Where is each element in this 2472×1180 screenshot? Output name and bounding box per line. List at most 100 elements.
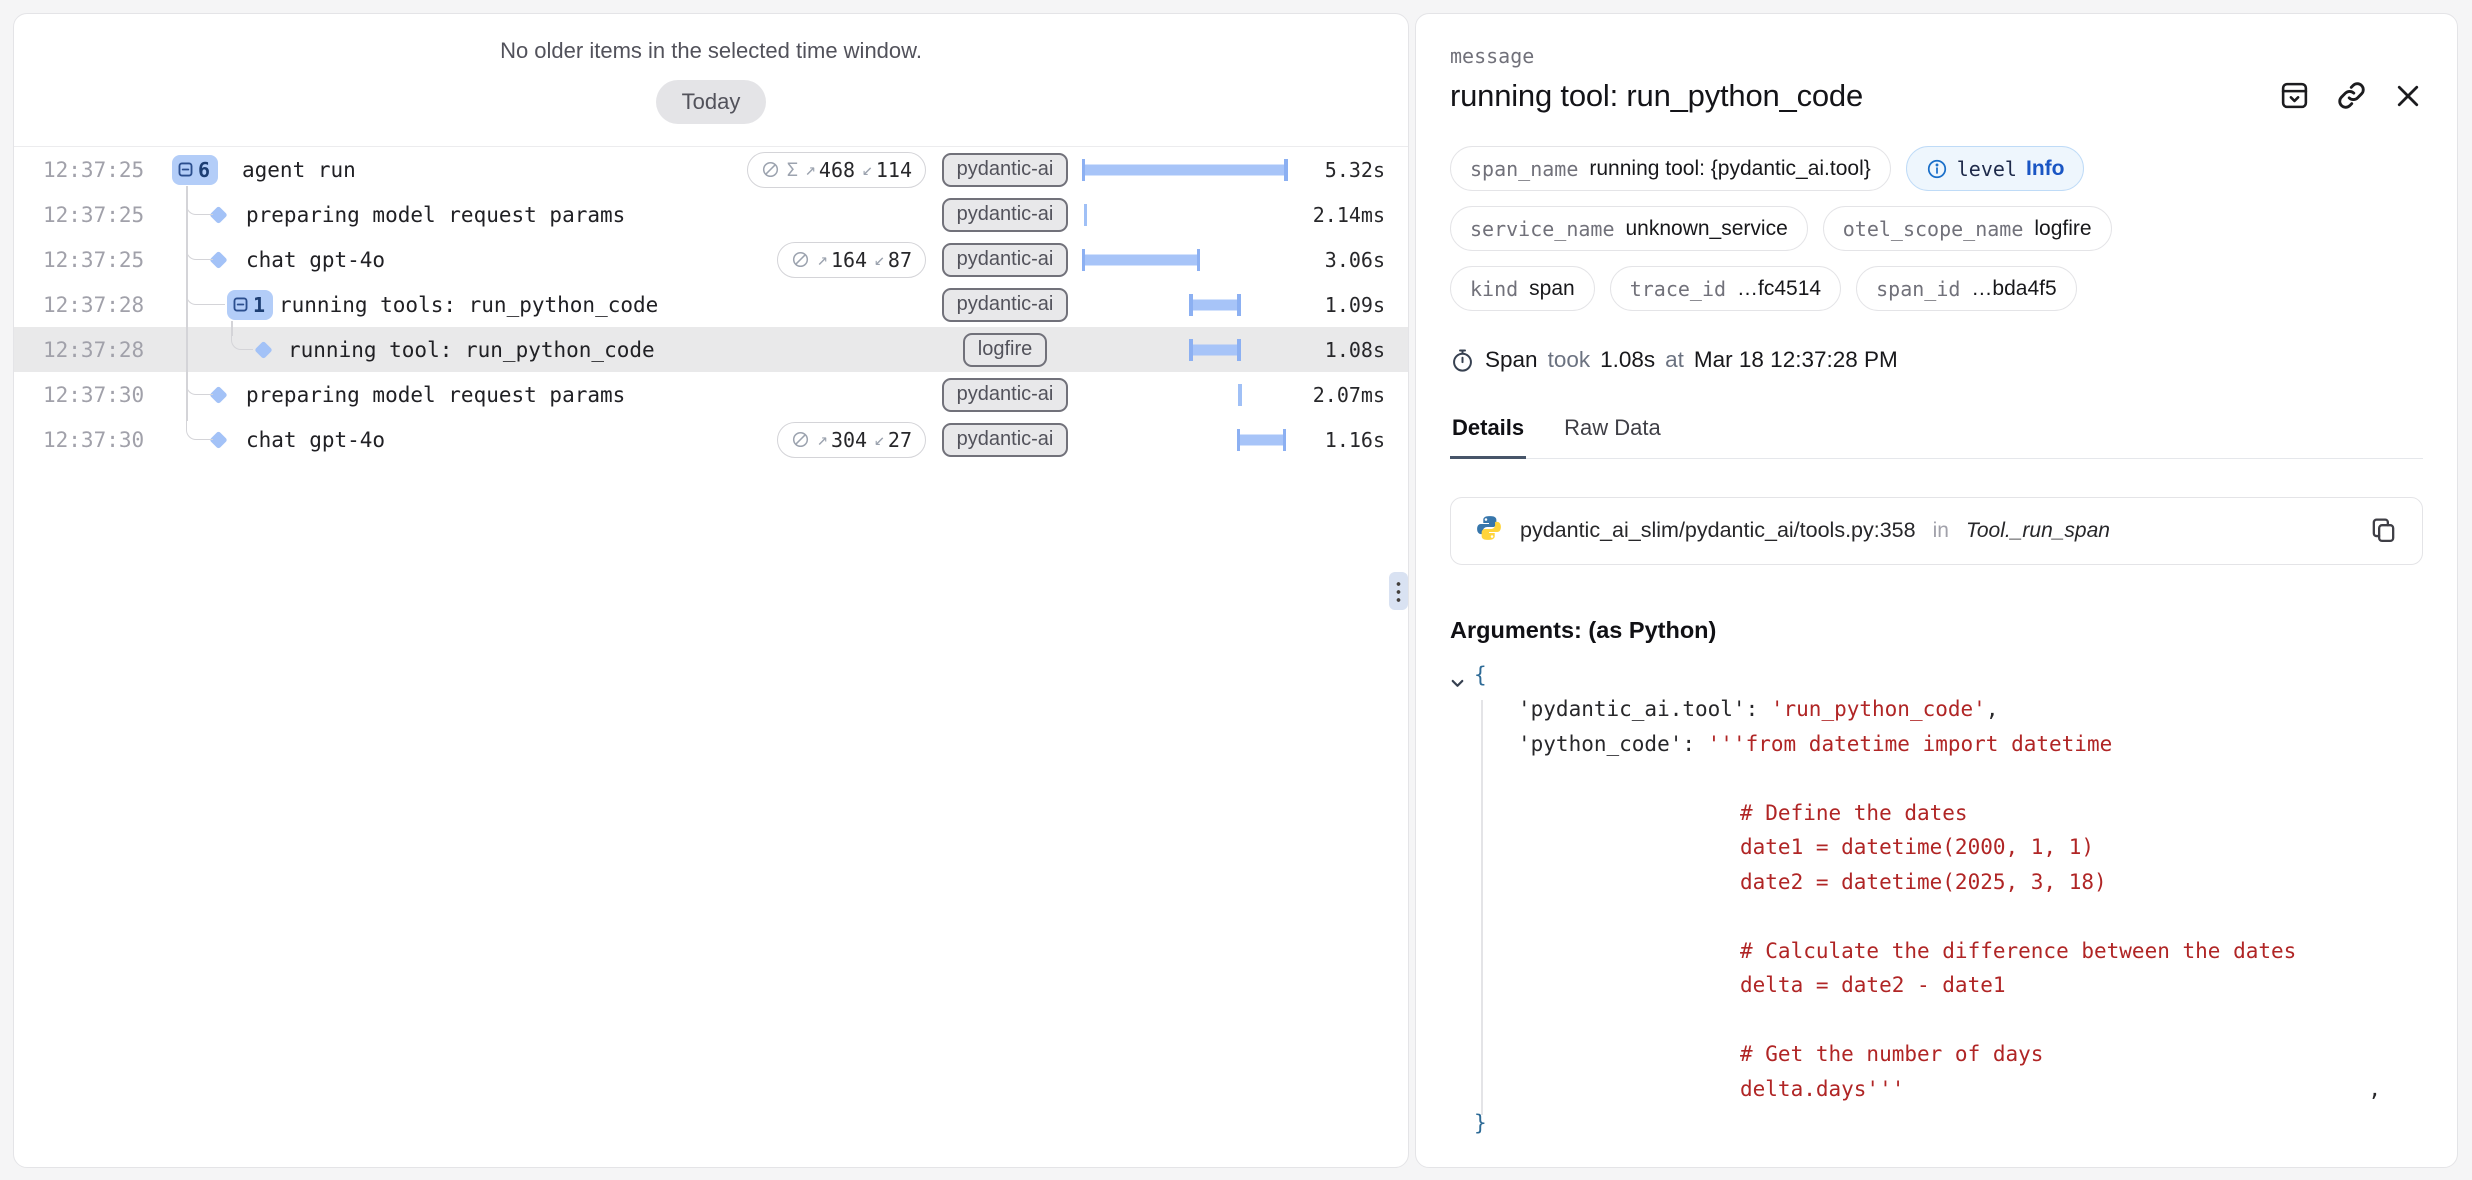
span-timeline — [1083, 282, 1286, 327]
copy-path-button[interactable] — [2369, 516, 2398, 545]
span-detail-panel: message running tool: run_python_code sp… — [1415, 13, 2458, 1168]
instant-tick — [1084, 204, 1088, 226]
collapse-toggle-badge[interactable]: 6 — [172, 155, 218, 185]
token-usage-badge: Σ↗468↙114 — [747, 152, 926, 188]
bar-end-cap — [1237, 339, 1241, 361]
scope-badge: pydantic-ai — [942, 243, 1069, 277]
code-string: # Define the dates — [1740, 801, 1968, 825]
span-duration: 1.16s — [1325, 428, 1385, 452]
copy-link-button[interactable] — [2336, 80, 2367, 111]
bar-end-cap — [1284, 159, 1288, 181]
code-line: 'pydantic_ai.tool': 'run_python_code', — [1450, 692, 2423, 727]
trace-row[interactable]: 12:37:25chat gpt-4o↗164↙87pydantic-ai3.0… — [14, 237, 1408, 282]
code-line: # Get the number of days — [1450, 1037, 2423, 1072]
link-icon — [2336, 99, 2367, 114]
bar-start-cap — [1189, 339, 1193, 361]
attribute-tag-pill[interactable]: span_namerunning tool: {pydantic_ai.tool… — [1450, 146, 1891, 191]
code-line: # Calculate the difference between the d… — [1450, 934, 2423, 969]
square-minus-icon — [177, 161, 194, 178]
attribute-tag-pill[interactable]: trace_id…fc4514 — [1610, 266, 1841, 311]
tab-raw-data[interactable]: Raw Data — [1562, 415, 1663, 459]
row-timestamp: 12:37:30 — [43, 383, 144, 407]
open-in-explore-button[interactable] — [2279, 80, 2310, 111]
bar-end-cap — [1197, 249, 1201, 271]
level-tag-pill[interactable]: levelInfo — [1906, 146, 2085, 191]
request-tokens-arrow-icon: ↗ — [817, 249, 828, 270]
trace-rows: 12:37:256agent runΣ↗468↙114pydantic-ai5.… — [14, 147, 1408, 462]
attribute-tag-pill[interactable]: span_id…bda4f5 — [1856, 266, 2077, 311]
span-duration: 1.09s — [1325, 293, 1385, 317]
attribute-tag-pill[interactable]: kindspan — [1450, 266, 1595, 311]
duration-bar — [1191, 299, 1240, 310]
span-timeline — [1083, 372, 1286, 417]
token-usage-badge: ↗164↙87 — [777, 242, 926, 278]
trace-row[interactable]: 12:37:28running tool: run_python_codelog… — [14, 327, 1408, 372]
attribute-tag-pill[interactable]: service_nameunknown_service — [1450, 206, 1808, 251]
square-minus-icon — [232, 296, 249, 313]
row-timestamp: 12:37:25 — [43, 203, 144, 227]
span-diamond-icon — [254, 340, 272, 358]
scope-column: logfire — [934, 327, 1076, 372]
span-duration: 1.08s — [1325, 338, 1385, 362]
scope-column: pydantic-ai — [934, 192, 1076, 237]
request-tokens-arrow-icon: ↗ — [805, 159, 816, 180]
response-tokens-arrow-icon: ↙ — [874, 249, 885, 270]
panel-resize-handle[interactable] — [1389, 572, 1408, 610]
bar-start-cap — [1189, 294, 1193, 316]
scope-badge: pydantic-ai — [942, 423, 1069, 457]
tree-elbow — [186, 286, 225, 305]
trace-row[interactable]: 12:37:30chat gpt-4o↗304↙27pydantic-ai1.1… — [14, 417, 1408, 462]
tab-details[interactable]: Details — [1450, 415, 1526, 459]
stopwatch-icon — [1450, 348, 1475, 373]
request-tokens-count: 304 — [831, 428, 867, 452]
row-timestamp: 12:37:28 — [43, 338, 144, 362]
scope-badge: logfire — [963, 333, 1047, 367]
span-timeline — [1083, 237, 1286, 282]
source-function-name: Tool._run_span — [1966, 519, 2110, 543]
took-timestamp: Mar 18 12:37:28 PM — [1694, 347, 1898, 373]
request-tokens-count: 468 — [819, 158, 855, 182]
source-in-word: in — [1933, 519, 1949, 543]
scope-badge: pydantic-ai — [942, 378, 1069, 412]
took-word: took — [1548, 347, 1591, 373]
span-name: chat gpt-4o — [246, 428, 385, 452]
today-button[interactable]: Today — [656, 80, 767, 124]
tag-key: kind — [1470, 277, 1518, 301]
code-line: date2 = datetime(2025, 3, 18) — [1450, 865, 2423, 900]
tag-key: service_name — [1470, 217, 1615, 241]
trace-row[interactable]: 12:37:30 preparing model request params py… — [14, 372, 1408, 417]
arguments-heading: Arguments: (as Python) — [1450, 617, 2423, 644]
scope-column: pydantic-ai — [934, 147, 1076, 192]
tree-elbow — [186, 241, 213, 260]
info-icon — [1926, 158, 1948, 180]
span-duration-line: Span took 1.08s at Mar 18 12:37:28 PM — [1450, 347, 2423, 373]
trace-row[interactable]: 12:37:25preparing model request paramspy… — [14, 192, 1408, 237]
trace-row[interactable]: 12:37:256agent runΣ↗468↙114pydantic-ai5.… — [14, 147, 1408, 192]
instant-tick — [1238, 384, 1242, 406]
took-prefix: Span — [1485, 347, 1538, 373]
bar-end-cap — [1237, 294, 1241, 316]
duration-bar — [1238, 434, 1285, 445]
collapse-toggle-badge[interactable]: 1 — [227, 290, 273, 320]
span-name: chat gpt-4o — [246, 248, 385, 272]
code-string: # Get the number of days — [1740, 1042, 2043, 1066]
source-location-link[interactable]: pydantic_ai_slim/pydantic_ai/tools.py:35… — [1450, 497, 2423, 565]
bar-start-cap — [1082, 159, 1086, 181]
code-brace: } — [1474, 1111, 1487, 1135]
arguments-code-block: {'pydantic_ai.tool': 'run_python_code','… — [1450, 658, 2423, 1141]
request-tokens-count: 164 — [831, 248, 867, 272]
detail-tabs: Details Raw Data — [1450, 415, 2423, 459]
tag-key: trace_id — [1630, 277, 1726, 301]
tokens-icon — [791, 250, 810, 269]
tree-elbow — [186, 421, 213, 440]
attribute-tag-pill[interactable]: otel_scope_namelogfire — [1823, 206, 2112, 251]
row-timestamp: 12:37:28 — [43, 293, 144, 317]
scope-column: pydantic-ai — [934, 237, 1076, 282]
python-logo-icon — [1475, 514, 1503, 547]
tree-elbow — [231, 331, 253, 350]
response-tokens-count: 27 — [888, 428, 912, 452]
span-name: preparing model request params — [246, 383, 625, 407]
close-panel-button[interactable] — [2393, 80, 2423, 111]
span-attribute-tags: span_namerunning tool: {pydantic_ai.tool… — [1450, 146, 2423, 311]
tag-key: span_name — [1470, 157, 1578, 181]
